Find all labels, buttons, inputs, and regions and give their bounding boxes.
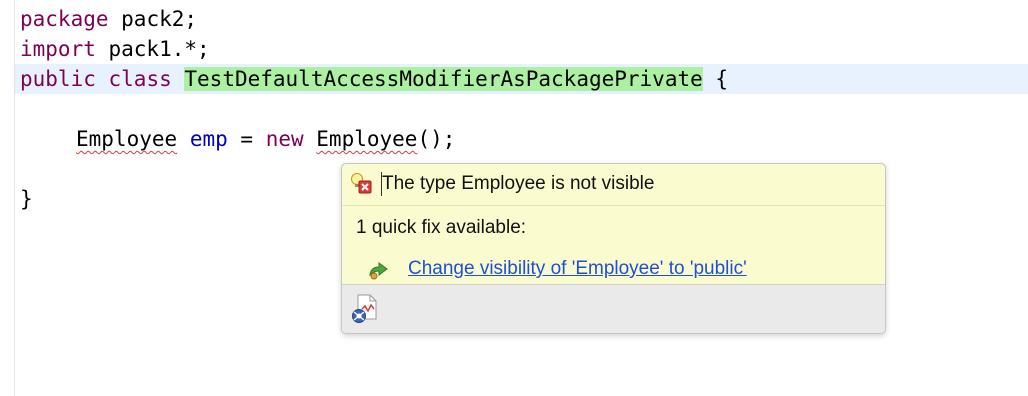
- change-visibility-icon: [368, 259, 390, 281]
- keyword-public: public: [20, 67, 96, 91]
- code-line-field-declaration[interactable]: Employee emp = new Employee();: [76, 124, 455, 154]
- configure-problem-severity-icon[interactable]: [350, 293, 380, 325]
- class-open-brace: {: [702, 67, 729, 91]
- code-line-class-declaration[interactable]: public class TestDefaultAccessModifierAs…: [20, 64, 728, 94]
- keyword-class: class: [108, 67, 172, 91]
- problem-header: The type Employee is not visible: [342, 164, 885, 205]
- constructor-type-error[interactable]: Employee: [316, 127, 417, 151]
- package-name: pack2;: [108, 7, 198, 31]
- code-line-package[interactable]: package pack2;: [20, 4, 197, 34]
- field-name: emp: [189, 127, 228, 151]
- class-close-brace: }: [20, 187, 33, 211]
- class-name[interactable]: TestDefaultAccessModifierAsPackagePrivat…: [184, 67, 703, 91]
- constructor-call-tail: ();: [417, 127, 456, 151]
- editor-left-ruler: [14, 0, 15, 396]
- field-type-error[interactable]: Employee: [76, 127, 177, 151]
- import-target: pack1.*;: [95, 37, 210, 61]
- assignment-operator: =: [227, 127, 266, 151]
- code-line-close-brace[interactable]: }: [20, 184, 33, 214]
- code-line-import[interactable]: import pack1.*;: [20, 34, 210, 64]
- keyword-package: package: [20, 7, 109, 31]
- change-visibility-fix-link[interactable]: Change visibility of 'Employee' to 'publ…: [408, 256, 747, 282]
- problem-message: The type Employee is not visible: [382, 173, 655, 194]
- popup-toolbar: [342, 284, 885, 333]
- quick-fix-hover-popup: The type Employee is not visible 1 quick…: [341, 163, 886, 334]
- error-lightbulb-icon: [350, 172, 372, 194]
- quick-fix-count-label: 1 quick fix available:: [356, 217, 527, 238]
- keyword-new: new: [265, 127, 304, 151]
- keyword-import: import: [20, 37, 96, 61]
- popup-divider: [342, 205, 885, 206]
